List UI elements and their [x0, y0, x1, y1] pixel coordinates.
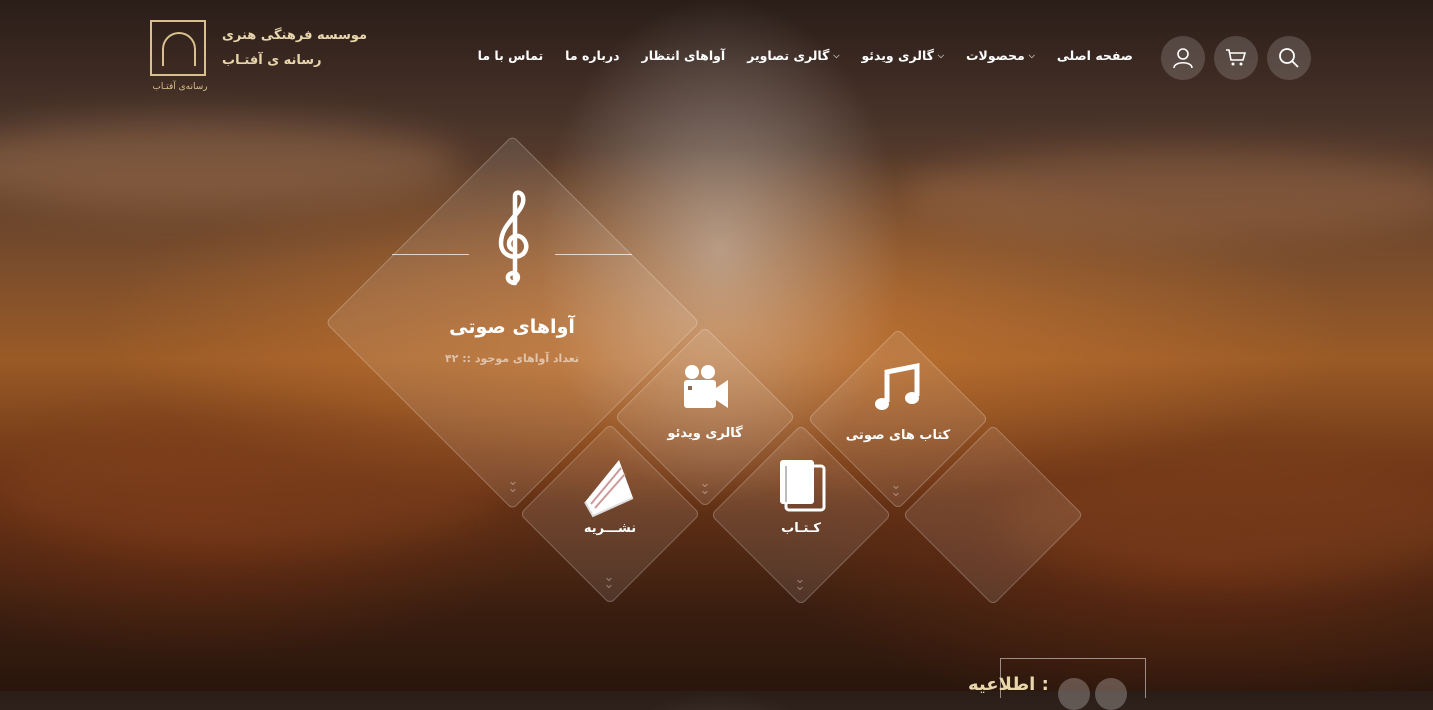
double-chevron-down-icon: ⌄ ⌄	[890, 478, 902, 500]
video-camera-icon	[672, 362, 738, 416]
double-chevron-down-icon: ⌄ ⌄	[603, 570, 615, 592]
cart-icon	[1226, 49, 1247, 66]
divider-line	[555, 254, 632, 255]
nav-contact[interactable]: تماس با ما	[478, 48, 544, 63]
double-chevron-down-icon: ⌄ ⌄	[507, 474, 519, 496]
nav-image-gallery[interactable]: گالری تصاویر ⌵	[747, 48, 839, 63]
notice-label: اطلاعیه :	[968, 674, 1049, 695]
treble-clef-icon	[485, 188, 540, 292]
user-icon	[1173, 48, 1193, 69]
nav-waiting-songs[interactable]: آواهای انتظار	[642, 48, 726, 63]
tile-magazine-label: نشـــریه	[583, 521, 637, 536]
sun-logo-icon	[150, 20, 206, 76]
cloud-streak	[900, 150, 1433, 240]
double-chevron-down-icon: ⌄ ⌄	[794, 572, 806, 594]
cart-button[interactable]	[1214, 36, 1258, 80]
double-chevron-down-icon: ⌄ ⌄	[699, 476, 711, 498]
logo-caption: رسانه‌ی آفتـاب	[152, 82, 208, 92]
site-logo[interactable]: رسانه‌ی آفتـاب موسسه فرهنگی هنری رسانه ی…	[150, 20, 367, 100]
chevron-down-icon: ⌵	[937, 50, 944, 60]
search-icon	[1279, 48, 1299, 68]
search-button[interactable]	[1267, 36, 1311, 80]
tile-book-label: کـتـاب	[781, 521, 821, 536]
nav-video-gallery[interactable]: گالری ویدئو ⌵	[861, 48, 944, 63]
tile-audio-songs-count: تعداد آواهای موجود :: ۴۲	[444, 352, 580, 365]
nav-about[interactable]: درباره ما	[565, 48, 619, 63]
chevron-down-icon: ⌵	[1028, 50, 1035, 60]
tile-video-gallery-label: گالری ویدئو	[667, 426, 743, 441]
main-nav: صفحه اصلی محصولات ⌵ گالری ویدئو ⌵ گالری تص…	[478, 48, 1133, 63]
book-icon	[775, 458, 827, 516]
notice-prev-button[interactable]	[1058, 678, 1090, 710]
tile-audio-songs-text: آواهای صوتی تعداد آواهای موجود :: ۴۲	[412, 316, 612, 365]
chevron-down-icon: ⌵	[833, 50, 840, 60]
divider-line	[392, 254, 469, 255]
music-note-icon	[872, 362, 924, 418]
brand-subname: رسانه ی آفتـاب	[222, 53, 322, 68]
nav-products[interactable]: محصولات ⌵	[966, 48, 1035, 63]
user-button[interactable]	[1161, 36, 1205, 80]
nav-home[interactable]: صفحه اصلی	[1057, 48, 1133, 63]
cloud-streak	[0, 120, 460, 210]
magazine-icon	[583, 458, 637, 524]
tile-audio-songs-title: آواهای صوتی	[449, 316, 575, 338]
tile-audio-books-label: کتاب های صوتی	[845, 428, 951, 443]
brand-name: موسسه فرهنگی هنری	[222, 28, 368, 43]
cloud-streak	[0, 430, 500, 550]
notice-next-button[interactable]	[1095, 678, 1127, 710]
